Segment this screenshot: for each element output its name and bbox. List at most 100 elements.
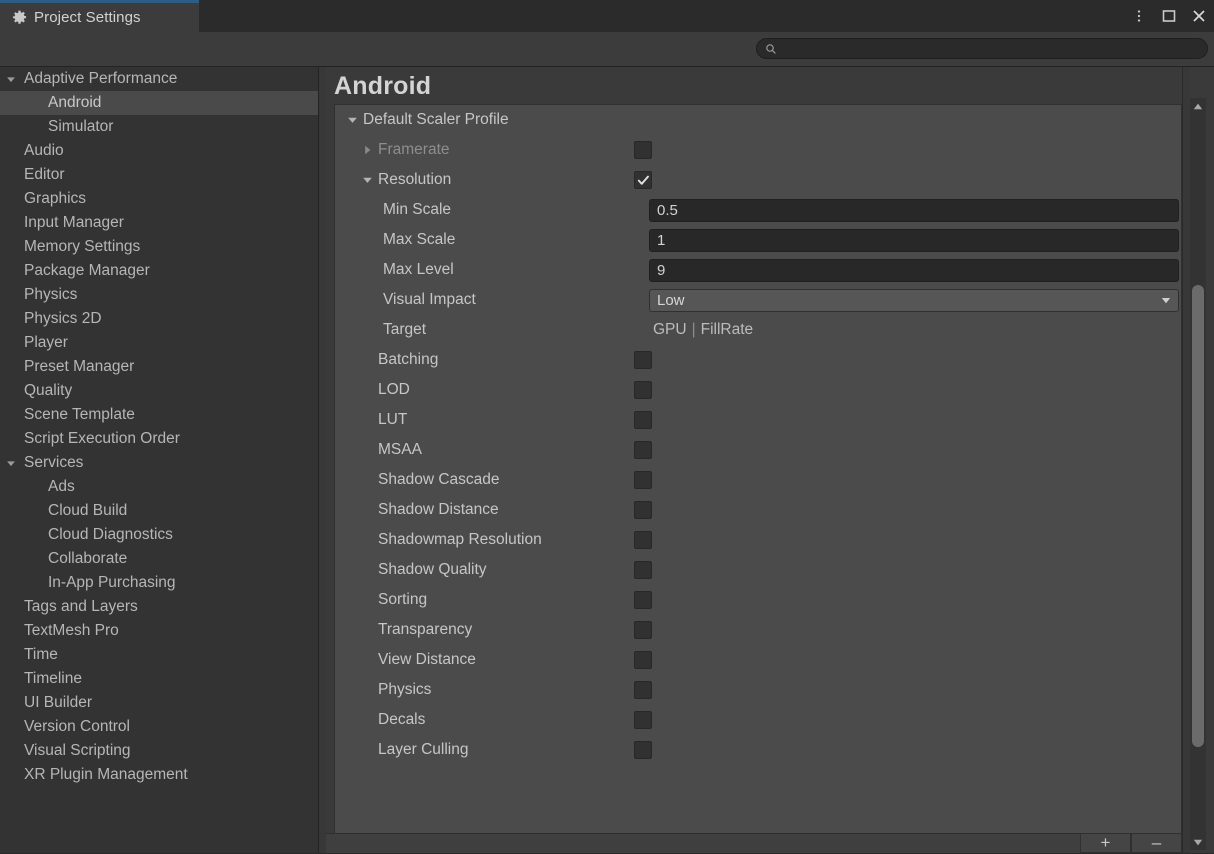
sidebar-item-physics-2d[interactable]: Physics 2D <box>0 307 318 331</box>
checkbox-box[interactable] <box>634 531 652 549</box>
input-max-scale[interactable]: 1 <box>649 229 1179 252</box>
property-label: Visual Impact <box>335 291 476 309</box>
checkbox-layer-culling[interactable] <box>634 735 652 765</box>
checkbox-box[interactable] <box>634 351 652 369</box>
input-min-scale[interactable]: 0.5 <box>649 199 1179 222</box>
tab-project-settings[interactable]: Project Settings <box>0 0 199 32</box>
checkbox-box[interactable] <box>634 441 652 459</box>
sidebar-item-in-app-purchasing[interactable]: In-App Purchasing <box>0 571 318 595</box>
sidebar-item-adaptive-performance[interactable]: Adaptive Performance <box>0 67 318 91</box>
checkbox-shadow-cascade[interactable] <box>634 465 652 495</box>
sidebar-item-label: Time <box>0 646 58 664</box>
sidebar-item-xr-plugin-management[interactable]: XR Plugin Management <box>0 763 318 787</box>
checkbox-resolution[interactable] <box>634 165 652 195</box>
checkbox-box[interactable] <box>634 651 652 669</box>
sidebar-item-collaborate[interactable]: Collaborate <box>0 547 318 571</box>
sidebar-item-services[interactable]: Services <box>0 451 318 475</box>
settings-sidebar[interactable]: Adaptive PerformanceAndroidSimulatorAudi… <box>0 67 318 854</box>
checkbox-box[interactable] <box>634 381 652 399</box>
chevron-down-icon[interactable] <box>6 458 16 468</box>
sidebar-item-label: Timeline <box>0 670 82 688</box>
checkbox-lod[interactable] <box>634 375 652 405</box>
sidebar-item-audio[interactable]: Audio <box>0 139 318 163</box>
property-label: Framerate <box>335 141 450 159</box>
checkbox-box[interactable] <box>634 621 652 639</box>
sidebar-item-time[interactable]: Time <box>0 643 318 667</box>
tab-label: Project Settings <box>34 9 141 26</box>
checkbox-box[interactable] <box>634 681 652 699</box>
sidebar-item-android[interactable]: Android <box>0 91 318 115</box>
sidebar-item-cloud-build[interactable]: Cloud Build <box>0 499 318 523</box>
sidebar-divider[interactable] <box>318 67 325 854</box>
chevron-down-icon[interactable] <box>347 115 358 126</box>
search-input[interactable] <box>782 42 1207 56</box>
sidebar-item-package-manager[interactable]: Package Manager <box>0 259 318 283</box>
sidebar-item-visual-scripting[interactable]: Visual Scripting <box>0 739 318 763</box>
checkbox-physics[interactable] <box>634 675 652 705</box>
chevron-down-icon[interactable] <box>6 74 16 84</box>
checkbox-box[interactable] <box>634 711 652 729</box>
sidebar-item-preset-manager[interactable]: Preset Manager <box>0 355 318 379</box>
input-max-level[interactable]: 9 <box>649 259 1179 282</box>
sidebar-item-editor[interactable]: Editor <box>0 163 318 187</box>
sidebar-item-graphics[interactable]: Graphics <box>0 187 318 211</box>
checkbox-shadow-quality[interactable] <box>634 555 652 585</box>
property-row-sorting: Sorting <box>335 585 1181 615</box>
sidebar-item-script-execution-order[interactable]: Script Execution Order <box>0 427 318 451</box>
sidebar-item-label: Version Control <box>0 718 130 736</box>
checkbox-box[interactable] <box>634 141 652 159</box>
sidebar-item-textmesh-pro[interactable]: TextMesh Pro <box>0 619 318 643</box>
scroll-up-arrow-icon[interactable] <box>1190 98 1206 114</box>
sidebar-item-player[interactable]: Player <box>0 331 318 355</box>
sidebar-item-label: Physics 2D <box>0 310 102 328</box>
sidebar-item-quality[interactable]: Quality <box>0 379 318 403</box>
checkbox-batching[interactable] <box>634 345 652 375</box>
checkbox-shadow-distance[interactable] <box>634 495 652 525</box>
sidebar-item-ads[interactable]: Ads <box>0 475 318 499</box>
static-value-target: GPU|FillRate <box>653 315 753 345</box>
checkbox-box[interactable] <box>634 471 652 489</box>
property-row-max-scale: Max Scale1 <box>335 225 1181 255</box>
vertical-scrollbar[interactable] <box>1190 98 1206 850</box>
page-title: Android <box>334 72 431 101</box>
sidebar-item-tags-and-layers[interactable]: Tags and Layers <box>0 595 318 619</box>
sidebar-item-scene-template[interactable]: Scene Template <box>0 403 318 427</box>
checkbox-transparency[interactable] <box>634 615 652 645</box>
close-icon[interactable] <box>1184 1 1214 31</box>
checkbox-shadowmap-resolution[interactable] <box>634 525 652 555</box>
checkbox-box[interactable] <box>634 741 652 759</box>
content-panel: Android Default Scaler ProfileFramerateR… <box>326 67 1214 854</box>
checkbox-sorting[interactable] <box>634 585 652 615</box>
scrollbar-thumb[interactable] <box>1192 285 1204 747</box>
checkbox-msaa[interactable] <box>634 435 652 465</box>
chevron-right-icon[interactable] <box>362 145 373 156</box>
sidebar-item-timeline[interactable]: Timeline <box>0 667 318 691</box>
sidebar-item-version-control[interactable]: Version Control <box>0 715 318 739</box>
dropdown-visual-impact[interactable]: Low <box>649 289 1179 312</box>
sidebar-item-simulator[interactable]: Simulator <box>0 115 318 139</box>
checkbox-framerate[interactable] <box>634 135 652 165</box>
sidebar-item-cloud-diagnostics[interactable]: Cloud Diagnostics <box>0 523 318 547</box>
checkbox-box[interactable] <box>634 561 652 579</box>
remove-profile-button[interactable]: – <box>1131 833 1182 853</box>
sidebar-item-memory-settings[interactable]: Memory Settings <box>0 235 318 259</box>
add-profile-button[interactable]: + <box>1080 833 1131 853</box>
checkbox-box[interactable] <box>634 591 652 609</box>
property-label: Shadow Cascade <box>335 471 500 489</box>
checkbox-lut[interactable] <box>634 405 652 435</box>
maximize-icon[interactable] <box>1154 1 1184 31</box>
scroll-down-arrow-icon[interactable] <box>1190 834 1206 850</box>
search-box[interactable] <box>756 38 1208 59</box>
checkbox-decals[interactable] <box>634 705 652 735</box>
sidebar-item-ui-builder[interactable]: UI Builder <box>0 691 318 715</box>
checkbox-box-checked[interactable] <box>634 171 652 189</box>
checkbox-box[interactable] <box>634 501 652 519</box>
sidebar-item-input-manager[interactable]: Input Manager <box>0 211 318 235</box>
property-row-msaa: MSAA <box>335 435 1181 465</box>
sidebar-item-physics[interactable]: Physics <box>0 283 318 307</box>
kebab-menu-icon[interactable] <box>1124 1 1154 31</box>
checkbox-box[interactable] <box>634 411 652 429</box>
project-settings-window: Project Settings <box>0 0 1214 854</box>
checkbox-view-distance[interactable] <box>634 645 652 675</box>
chevron-down-icon[interactable] <box>362 175 373 186</box>
